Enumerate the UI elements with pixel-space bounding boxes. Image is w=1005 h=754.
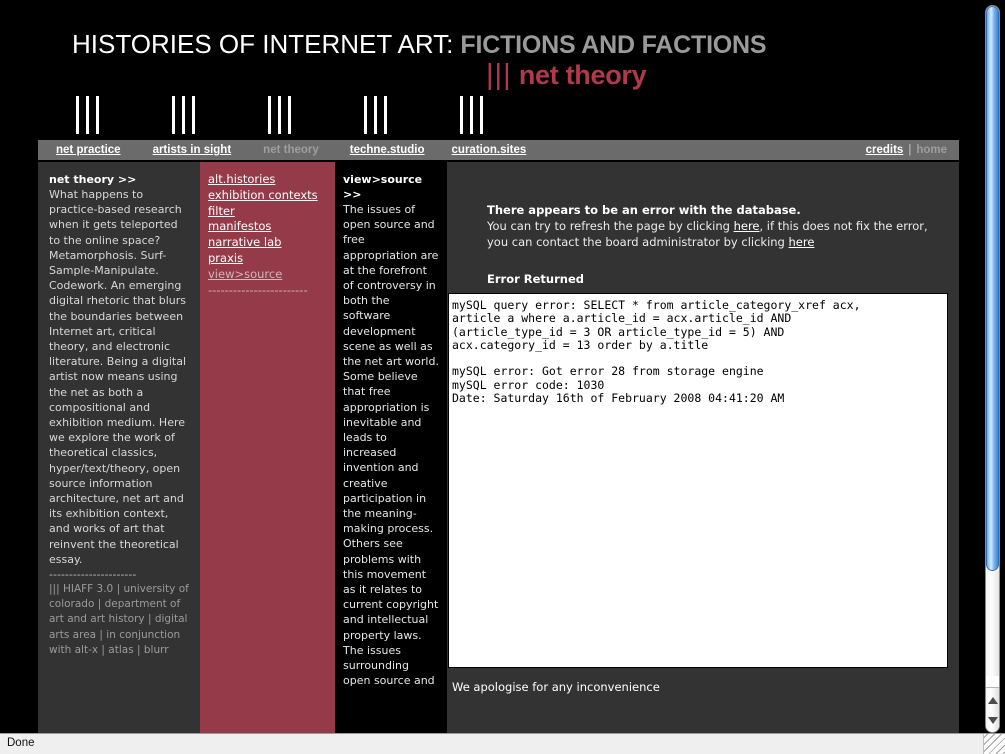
tally-icon (76, 96, 99, 134)
nav-item-techne-studio[interactable]: techne.studio (350, 144, 425, 156)
browser-window: HISTORIES OF INTERNET ART: FICTIONS AND F… (0, 0, 1005, 754)
intro-body: What happens to practice-based research … (49, 188, 187, 566)
window-resize-grip[interactable] (983, 734, 1005, 754)
apology-text: We apologise for any inconvenience (452, 680, 660, 694)
nav-item-credits[interactable]: credits (866, 144, 904, 156)
intro-divider: ---------------------- (49, 568, 137, 582)
section-title: ||| net theory (486, 59, 647, 92)
status-text: Done (7, 737, 35, 749)
content-area: net theory >> What happens to practice-b… (38, 162, 959, 733)
error-instructions: You can try to refresh the page by click… (487, 218, 939, 250)
main-navigation-bar: net practice artists in sight net theory… (38, 140, 959, 160)
nav-item-home[interactable]: home (916, 144, 947, 156)
description-body: The issues of open source and free appro… (343, 203, 439, 688)
scrollbar-arrows[interactable] (986, 687, 999, 732)
tally-icon (268, 96, 291, 134)
triangle-down-icon[interactable] (987, 717, 998, 724)
error-returned-label: Error Returned (487, 272, 585, 286)
nav-item-net-theory[interactable]: net theory (263, 144, 319, 156)
nav-separator: | (908, 144, 912, 156)
triangle-up-icon[interactable] (987, 697, 998, 704)
main-column: There appears to be an error with the da… (447, 162, 959, 733)
primary-nav: net practice artists in sight net theory… (38, 140, 526, 160)
description-column: view>source >> The issues of open source… (335, 162, 447, 733)
section-title-label: net theory (518, 60, 647, 90)
nav-item-artists-in-sight[interactable]: artists in sight (153, 144, 232, 156)
contact-admin-link[interactable]: here (789, 235, 815, 249)
site-title-sub: FICTIONS AND FACTIONS (460, 31, 767, 59)
error-instructions-part1: You can try to refresh the page by click… (487, 219, 734, 233)
site-title-main: HISTORIES OF INTERNET ART: (72, 29, 454, 59)
tally-icon (172, 96, 195, 134)
subsection-links-column: alt.histories exhibition contexts filter… (200, 162, 335, 733)
nav-item-curation-sites[interactable]: curation.sites (452, 144, 527, 156)
nav-item-net-practice[interactable]: net practice (56, 144, 121, 156)
side-link-view-source[interactable]: view>source (208, 267, 325, 283)
site-masthead: HISTORIES OF INTERNET ART: FICTIONS AND F… (0, 0, 975, 140)
tally-icon (460, 96, 483, 134)
side-link-narrative-lab[interactable]: narrative lab (208, 235, 325, 251)
side-link-praxis[interactable]: praxis (208, 251, 325, 267)
side-link-filter[interactable]: filter (208, 204, 325, 220)
intro-heading: net theory >> (49, 173, 137, 186)
side-link-manifestos[interactable]: manifestos (208, 219, 325, 235)
scrollbar-thumb[interactable] (986, 6, 999, 571)
tally-icon (364, 96, 387, 134)
vertical-scrollbar[interactable] (985, 5, 1000, 733)
apology-bar: We apologise for any inconvenience (447, 669, 959, 699)
intro-credit: ||| HIAFF 3.0 | university of colorado |… (49, 583, 189, 656)
scrollbar-track[interactable] (986, 571, 999, 676)
description-heading: view>source >> (343, 173, 423, 201)
side-link-alt-histories[interactable]: alt.histories (208, 172, 325, 188)
links-divider: ------------------------ (208, 282, 308, 297)
tally-decoration-row (0, 96, 975, 136)
sql-error-text: mySQL query error: SELECT * from article… (452, 298, 861, 406)
intro-column: net theory >> What happens to practice-b… (38, 162, 200, 733)
error-headline: There appears to be an error with the da… (487, 203, 801, 217)
tally-icon: ||| (486, 59, 512, 91)
page-viewport: HISTORIES OF INTERNET ART: FICTIONS AND F… (0, 0, 975, 733)
refresh-link[interactable]: here (734, 219, 760, 233)
side-link-exhibition-contexts[interactable]: exhibition contexts (208, 188, 325, 204)
utility-nav: credits | home (866, 140, 947, 160)
site-title: HISTORIES OF INTERNET ART: FICTIONS AND F… (72, 29, 767, 59)
error-output-box: mySQL query error: SELECT * from article… (448, 293, 948, 668)
browser-status-bar: Done (0, 733, 1005, 754)
